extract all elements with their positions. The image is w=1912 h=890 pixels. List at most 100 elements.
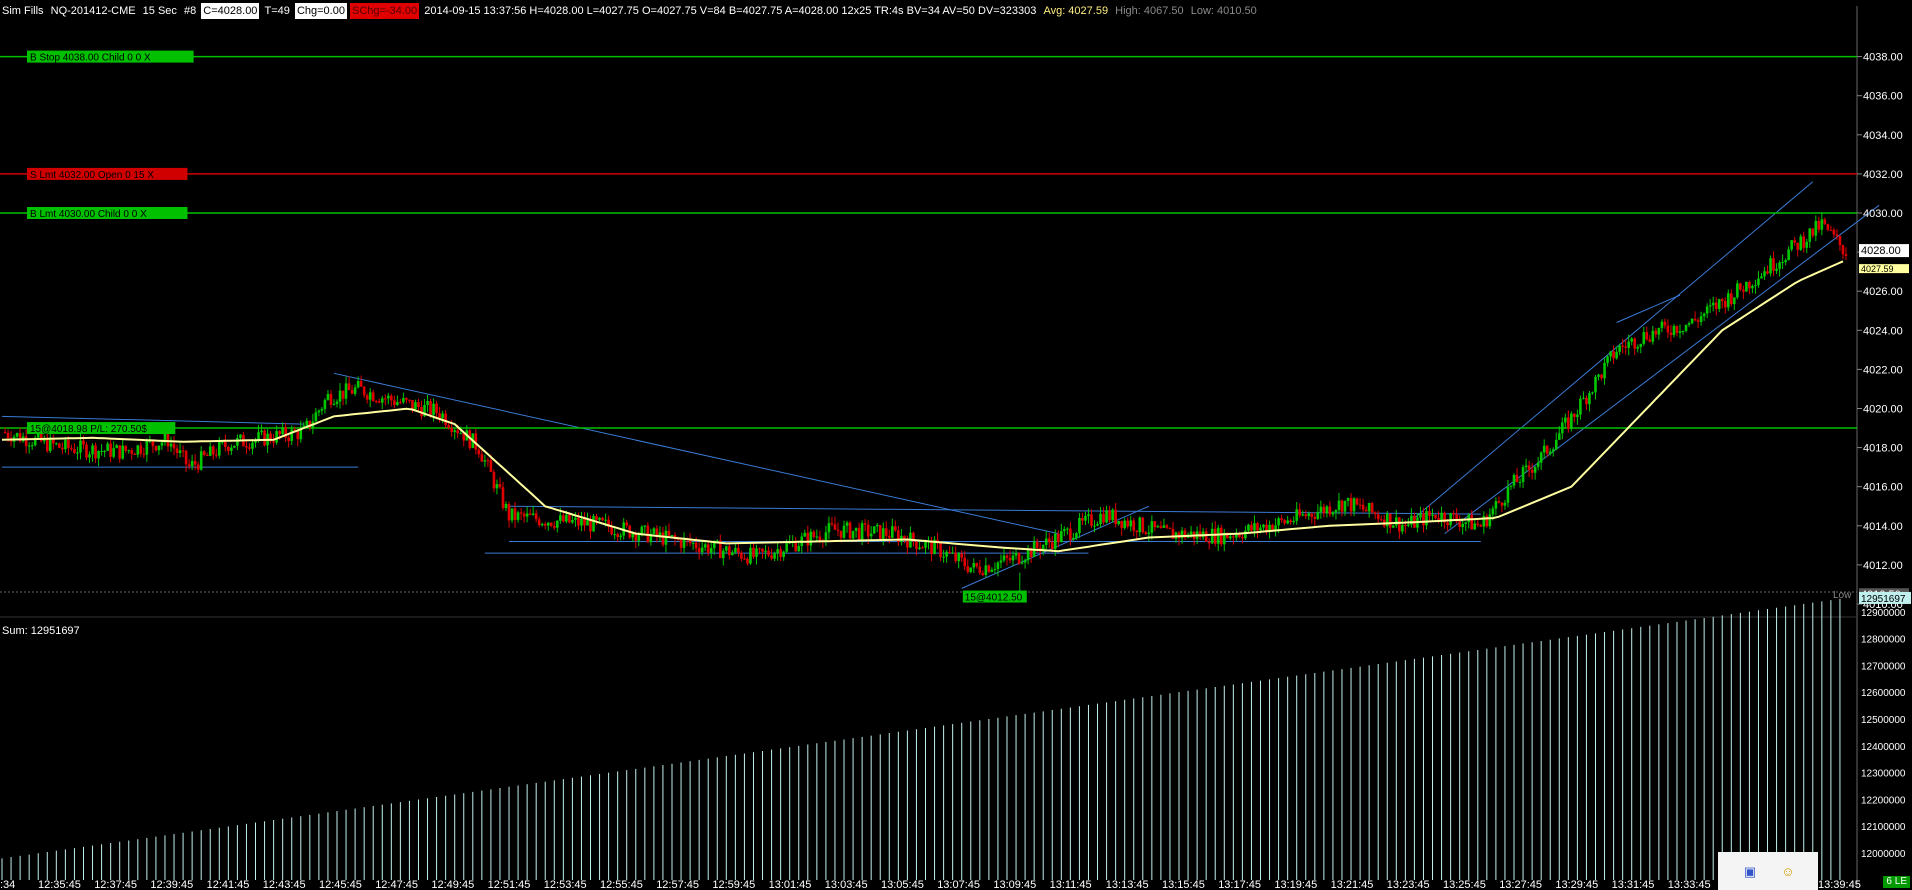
candle-body [1388,513,1392,528]
candle-body [1548,451,1552,454]
order-tag-label[interactable]: B Stop 4038.00 Child 0 0 X [30,53,151,64]
candle-body [1557,433,1561,440]
candle-body [1545,445,1549,454]
candle-body [175,448,179,453]
candle-body [767,550,770,556]
candle-body [1159,526,1163,528]
candle-body [1560,422,1564,434]
candle-body [878,524,882,540]
candle-body [1253,523,1256,531]
candle-body [1126,520,1130,527]
candle-body [477,449,481,455]
candle-body [857,527,861,540]
candle-body [432,403,435,415]
average-price: Avg: 4027.59 [1043,5,1109,17]
candle-body [233,445,236,448]
candle-body [869,533,873,537]
candle-body [187,464,191,467]
candle-body [779,549,782,557]
candle-body [1349,498,1353,512]
trading-chart[interactable]: B Stop 4038.00 Child 0 0 X S Lmt 4032.00 … [0,0,1912,890]
time-tick-label: 12:53:45 [544,879,587,890]
candle-body [1660,321,1664,329]
candle-body [1651,330,1655,342]
candle-body [1352,498,1356,512]
candle-body [1391,525,1395,528]
candle-body [1693,318,1697,321]
candle-body [1407,524,1410,526]
candle-body [528,513,532,515]
time-tick-label: 13:29:45 [1555,879,1598,890]
candle-body [691,542,695,544]
candle-body [552,525,556,528]
candle-body [525,513,529,517]
candle-body [1014,552,1018,556]
order-tag-label[interactable]: 15@4018.98 P/L: 270.50$ [30,424,147,435]
candle-body [1060,531,1063,542]
candle-body [1551,449,1555,452]
corner-badge[interactable]: 6 LE [1883,876,1910,888]
candle-body [1232,536,1235,538]
time-tick-label: 13:21:45 [1331,879,1374,890]
candle-body [489,460,493,473]
price-tick-label: 4030.00 [1863,208,1903,220]
candle-body [236,438,239,446]
candle-body [136,445,140,455]
candle-body [335,401,339,404]
candle-body [1829,229,1833,231]
candle-body [737,548,740,553]
candle-body [694,542,698,549]
candle-body [15,433,19,437]
candle-body [1047,538,1051,543]
candle-body [972,563,976,568]
candle-body [1005,555,1009,558]
close-value: C=4028.00 [201,3,260,19]
order-tag-label[interactable]: S Lmt 4032.00 Open 0 15 X [30,170,154,181]
candle-body [740,552,743,559]
price-tick-label: 4014.00 [1863,521,1903,533]
time-tick-label: 13:09:45 [993,879,1036,890]
instrument-name[interactable]: NQ-201412-CME [49,3,138,19]
candle-body [317,410,321,413]
candle-body [963,557,967,567]
candle-body [1238,534,1241,537]
candle-body [1244,530,1247,539]
candle-body [1105,510,1108,523]
candle-body [1591,392,1594,394]
candle-body [121,445,125,459]
chart-background [0,0,1912,890]
window-icon[interactable]: ▣ [1742,865,1758,878]
candle-body [1108,510,1111,521]
candle-body [377,401,381,403]
candle-body [1017,552,1021,564]
bar-period[interactable]: 15 Sec [141,3,179,19]
candle-body [531,513,535,515]
candle-body [1404,524,1407,526]
candle-body [915,541,918,549]
candle-body [1395,517,1398,526]
candle-body [1319,506,1323,513]
candle-body [214,454,218,456]
candle-body [1554,439,1558,450]
candle-body [1630,338,1634,342]
time-tick-label: 13:33:45 [1668,879,1711,890]
candle-body [1805,241,1809,248]
candle-body [534,513,538,520]
smiley-icon[interactable]: ☺ [1780,865,1796,878]
candle-body [731,552,734,556]
candle-body [637,535,641,541]
candle-body [1458,521,1461,527]
candle-body [1114,509,1117,525]
candle-body [142,453,146,455]
order-tag-label[interactable]: B Lmt 4030.00 Child 0 0 X [30,209,147,220]
candle-body [305,420,309,426]
candle-body [697,548,701,553]
candle-body [447,425,450,428]
candle-body [891,526,894,538]
time-tick-label: 13:27:45 [1499,879,1542,890]
candle-body [1120,520,1123,529]
candle-body [1090,514,1093,526]
volume-tick-label: 12300000 [1861,769,1906,780]
time-tick-label: 12:57:45 [656,879,699,890]
candle-body [1259,527,1262,531]
